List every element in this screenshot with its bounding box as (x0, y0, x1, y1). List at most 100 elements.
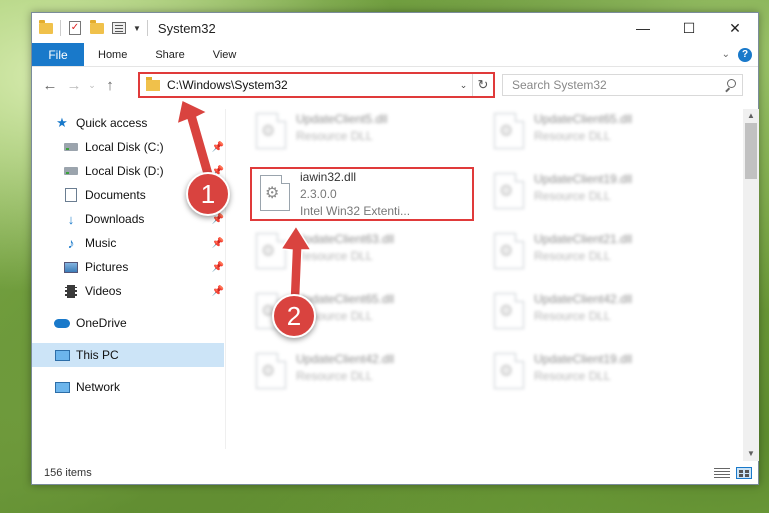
status-bar: 156 items (32, 461, 758, 485)
address-dropdown-chevron-icon[interactable]: ⌄ (455, 74, 473, 96)
sidebar-item-videos[interactable]: Videos 📌 (63, 279, 224, 303)
tab-view[interactable]: View (199, 43, 251, 66)
quick-access-toolbar: ✓ ▼ (32, 19, 148, 36)
scroll-down-arrow-icon[interactable]: ▼ (743, 447, 759, 461)
file-version: 2.3.0.0 (300, 187, 337, 201)
dll-file-icon: ⚙ (260, 175, 290, 211)
step-2-badge: 2 (272, 294, 316, 338)
file-item[interactable]: ⚙ UpdateClient42.dll Resource DLL (248, 347, 472, 401)
properties-icon[interactable] (111, 20, 127, 36)
dll-file-icon: ⚙ (256, 113, 286, 149)
file-list: ⚙ UpdateClient5.dll Resource DLL ⚙ iawin3… (228, 99, 743, 455)
sidebar-item-this-pc[interactable]: This PC (32, 343, 224, 367)
file-name: UpdateClient65.dll (534, 112, 633, 126)
music-icon: ♪ (67, 235, 75, 251)
sidebar-item-label: Documents (85, 188, 146, 202)
up-arrow-icon[interactable]: ↑ (98, 73, 122, 97)
file-name: UpdateClient19.dll (534, 352, 633, 366)
pictures-icon (63, 260, 79, 274)
file-item[interactable]: ⚙ UpdateClient19.dll Resource DLL (486, 347, 710, 401)
window-title: System32 (157, 20, 216, 36)
sidebar-item-music[interactable]: ♪ Music 📌 (63, 231, 225, 255)
forward-arrow-icon[interactable]: → (62, 73, 86, 97)
file-name: UpdateClient21.dll (534, 232, 633, 246)
file-item[interactable]: ⚙ UpdateClient42.dll Resource DLL (486, 287, 710, 341)
close-button[interactable]: ✕ (712, 13, 758, 43)
pin-icon[interactable]: 📌 (212, 142, 224, 153)
dll-file-icon: ⚙ (256, 353, 286, 389)
file-item[interactable]: ⚙ UpdateClient5.dll Resource DLL (248, 107, 472, 161)
sidebar-item-local-disk-c[interactable]: Local Disk (C:) 📌 (63, 135, 224, 159)
back-arrow-icon[interactable]: ← (38, 73, 62, 97)
downloads-icon: ↓ (67, 211, 75, 227)
address-path[interactable]: C:\Windows\System32 (167, 78, 288, 92)
vertical-scrollbar[interactable]: ▲ ▼ (743, 109, 759, 461)
customize-toolbar-chevron-icon[interactable]: ▼ (133, 24, 141, 33)
minimize-button[interactable]: — (620, 13, 666, 43)
dll-file-icon: ⚙ (494, 113, 524, 149)
dll-file-icon: ⚙ (494, 233, 524, 269)
properties-check-icon[interactable]: ✓ (67, 20, 83, 36)
refresh-icon[interactable]: ↻ (473, 77, 493, 93)
file-item[interactable]: ⚙ UpdateClient65.dll Resource DLL (486, 107, 710, 161)
scrollbar-thumb[interactable] (745, 123, 757, 179)
file-description: Resource DLL (296, 129, 373, 143)
search-icon[interactable] (724, 79, 736, 91)
item-count: 156 items (44, 467, 92, 479)
file-name: UpdateClient5.dll (296, 112, 388, 126)
ribbon-right: ⌄ ? (722, 43, 758, 66)
star-icon: ★ (56, 115, 68, 130)
file-name: iawin32.dll (300, 170, 357, 184)
dll-file-icon: ⚙ (256, 233, 286, 269)
sidebar-item-pictures[interactable]: Pictures 📌 (63, 255, 224, 279)
computer-icon (54, 348, 70, 362)
details-view-icon[interactable] (714, 467, 730, 479)
pin-icon[interactable]: 📌 (212, 286, 224, 297)
sidebar-item-label: OneDrive (76, 316, 127, 330)
toolbar-divider (146, 20, 148, 36)
documents-icon (63, 188, 79, 202)
maximize-button[interactable]: ☐ (666, 13, 712, 43)
file-description: Intel Win32 Extenti... (300, 204, 411, 218)
expand-ribbon-chevron-icon[interactable]: ⌄ (722, 49, 730, 60)
dll-file-icon: ⚙ (494, 293, 524, 329)
file-name: UpdateClient63.dll (296, 232, 395, 246)
help-icon[interactable]: ? (738, 47, 752, 62)
sidebar-item-label: Local Disk (C:) (85, 140, 164, 154)
pin-icon[interactable]: 📌 (212, 238, 224, 249)
sidebar-item-quick-access[interactable]: ★ Quick access (54, 111, 224, 135)
file-item[interactable]: ⚙ UpdateClient21.dll Resource DLL (486, 227, 710, 281)
address-bar[interactable]: C:\Windows\System32 ⌄ ↻ (138, 72, 495, 98)
sidebar-item-label: Videos (85, 284, 122, 298)
file-item[interactable]: ⚙ UpdateClient19.dll Resource DLL (486, 167, 710, 221)
sidebar-item-label: This PC (76, 348, 119, 362)
sidebar-item-onedrive[interactable]: OneDrive (54, 311, 224, 335)
file-description: Resource DLL (534, 189, 611, 203)
file-name: UpdateClient19.dll (534, 172, 633, 186)
file-description: Resource DLL (534, 249, 611, 263)
large-icons-view-icon[interactable] (736, 467, 752, 479)
tab-file[interactable]: File (32, 43, 84, 66)
sidebar-item-network[interactable]: Network (54, 375, 224, 399)
file-description: Resource DLL (534, 129, 611, 143)
sidebar-item-label: Pictures (85, 260, 129, 274)
view-switcher (714, 467, 752, 479)
videos-icon (63, 284, 79, 298)
file-description: Resource DLL (296, 249, 373, 263)
search-input[interactable]: Search System32 (502, 74, 743, 96)
folder-icon (38, 19, 54, 36)
tab-home[interactable]: Home (84, 43, 141, 66)
scroll-up-arrow-icon[interactable]: ▲ (743, 109, 759, 123)
step-1-badge: 1 (186, 172, 230, 216)
file-explorer-window: ✓ ▼ System32 — ☐ ✕ File Home Share View … (31, 12, 759, 485)
sidebar-item-label: Music (85, 236, 117, 250)
ribbon-tabs: File Home Share View ⌄ ? (32, 43, 758, 67)
file-item[interactable]: ⚙ UpdateClient63.dll Resource DLL (248, 227, 472, 281)
new-folder-icon[interactable] (89, 19, 105, 36)
onedrive-cloud-icon (54, 316, 70, 330)
recent-locations-chevron-icon[interactable]: ⌄ (86, 73, 98, 97)
file-description: Resource DLL (534, 369, 611, 383)
file-item-iawin32[interactable]: ⚙ iawin32.dll 2.3.0.0 Intel Win32 Extenti.… (250, 167, 474, 221)
pin-icon[interactable]: 📌 (212, 262, 224, 273)
tab-share[interactable]: Share (141, 43, 198, 66)
